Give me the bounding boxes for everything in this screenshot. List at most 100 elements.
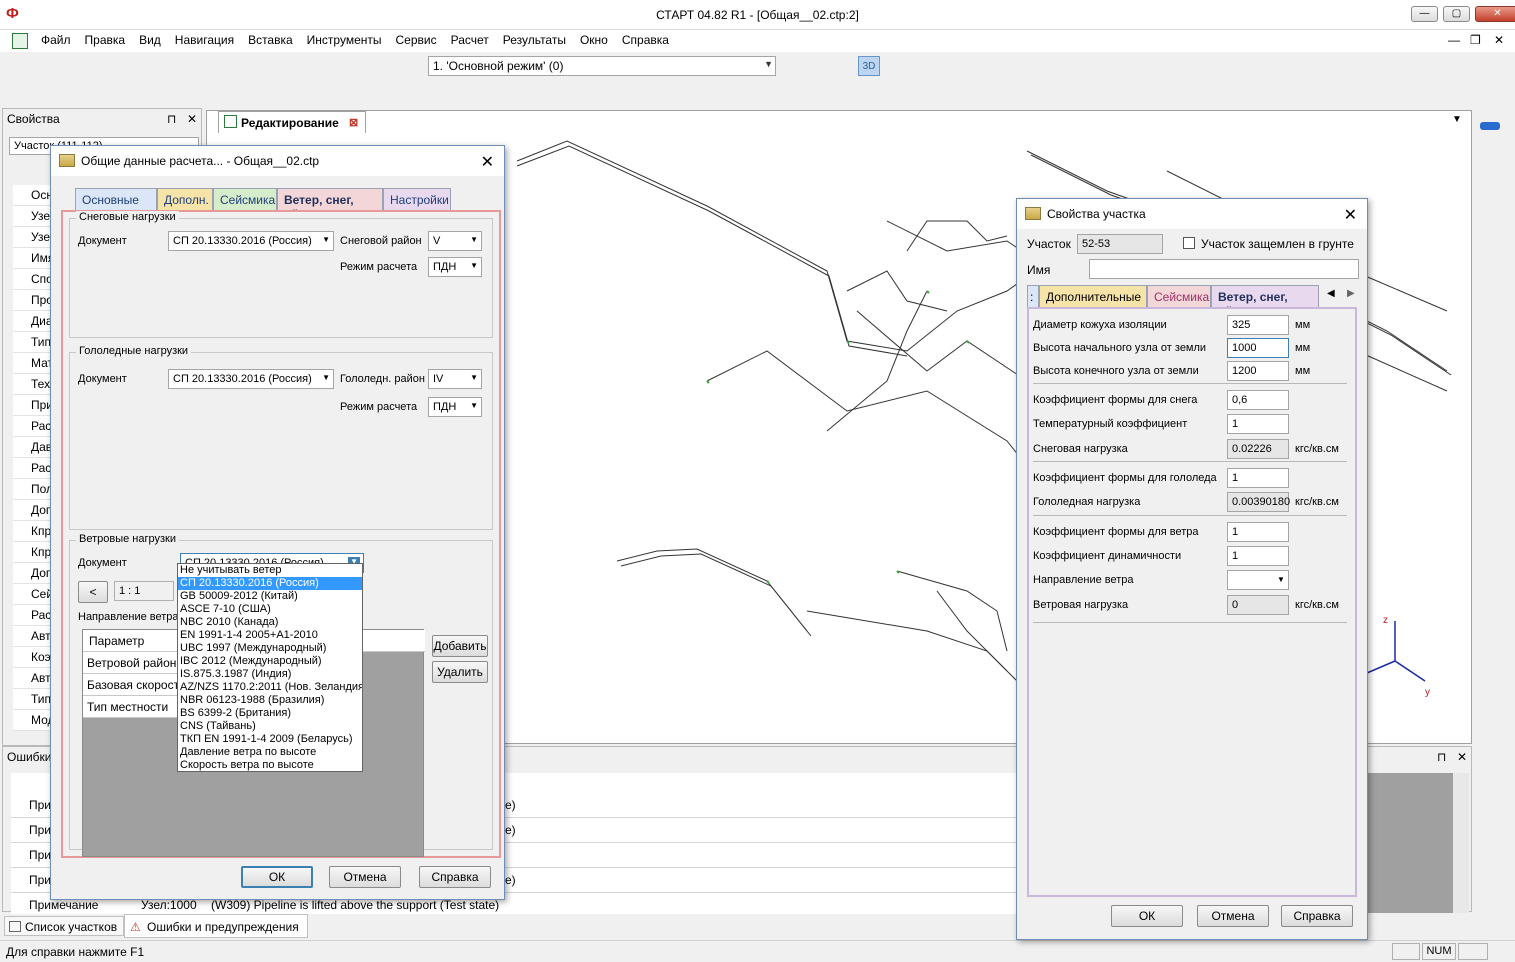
errors-scrollbar[interactable] bbox=[1453, 773, 1469, 913]
tab-settings[interactable]: Настройки bbox=[383, 188, 451, 210]
ok-button[interactable]: ОК bbox=[241, 866, 313, 888]
menu-item[interactable]: Результаты bbox=[496, 30, 573, 50]
field-value[interactable]: 0,6 bbox=[1227, 390, 1289, 410]
tab-scroll-prev[interactable]: : bbox=[1027, 285, 1039, 307]
menu-item[interactable]: Справка bbox=[615, 30, 676, 50]
tab-right-arrow-icon[interactable]: ▶ bbox=[1347, 288, 1355, 299]
dropdown-option[interactable]: BS 6399-2 (Британия) bbox=[178, 707, 362, 720]
field-value[interactable]: 1 bbox=[1227, 522, 1289, 542]
dropdown-option[interactable]: EN 1991-1-4 2005+A1-2010 bbox=[178, 629, 362, 642]
dropdown-option[interactable]: UBC 1997 (Международный) bbox=[178, 642, 362, 655]
wind-doc-dropdown-list[interactable]: Не учитывать ветер СП 20.13330.2016 (Росс… bbox=[177, 563, 363, 772]
mdi-close-icon[interactable]: ✕ bbox=[1494, 33, 1504, 47]
dropdown-option[interactable]: Скорость ветра по высоте bbox=[178, 759, 362, 772]
ice-doc-select[interactable]: СП 20.13330.2016 (Россия) ▼ bbox=[168, 369, 334, 389]
close-panel-icon[interactable]: ✕ bbox=[1457, 750, 1467, 764]
mdi-minimize-icon[interactable]: — bbox=[1448, 33, 1460, 47]
delete-button[interactable]: Удалить bbox=[432, 661, 488, 683]
tab-additional[interactable]: Дополн. bbox=[157, 188, 213, 210]
tab-editing[interactable]: Редактирование ⊠ bbox=[218, 111, 366, 133]
scale-display: 1 : 1 bbox=[114, 581, 174, 601]
field-value[interactable]: 1 bbox=[1227, 468, 1289, 488]
cancel-button[interactable]: Отмена bbox=[329, 866, 401, 888]
wind-group-title: Ветровые нагрузки bbox=[76, 533, 179, 545]
3d-button[interactable]: 3D bbox=[858, 56, 880, 76]
mode-combo[interactable]: 1. 'Основной режим' (0) ▼ bbox=[428, 56, 776, 76]
error-type: При bbox=[29, 798, 52, 812]
tab-wind-snow-ice[interactable]: Ветер, снег, лёд bbox=[277, 188, 383, 221]
mdi-restore-icon[interactable]: ❐ bbox=[1470, 33, 1481, 47]
separator bbox=[1033, 622, 1347, 623]
close-window-button[interactable]: ✕ bbox=[1475, 6, 1515, 22]
menu-bar: Файл Правка Вид Навигация Вставка Инструменты… bbox=[0, 30, 1515, 52]
menu-item[interactable]: Вставка bbox=[241, 30, 300, 50]
dropdown-option[interactable]: Давление ветра по высоте bbox=[178, 746, 362, 759]
tab-errors-warnings[interactable]: ⚠ Ошибки и предупреждения bbox=[124, 914, 308, 938]
field-value[interactable]: 1200 bbox=[1227, 361, 1289, 381]
menu-item[interactable]: Сервис bbox=[389, 30, 444, 50]
ice-mode-select[interactable]: ПДН ▼ bbox=[428, 397, 482, 417]
field-value[interactable]: 1000 bbox=[1227, 338, 1289, 358]
maximize-button[interactable]: ▢ bbox=[1443, 6, 1470, 22]
menu-item[interactable]: Инструменты bbox=[300, 30, 389, 50]
help-button[interactable]: Справка bbox=[419, 866, 491, 888]
name-field[interactable] bbox=[1089, 259, 1359, 279]
close-panel-icon[interactable]: ✕ bbox=[187, 112, 197, 126]
field-value[interactable]: 1 bbox=[1227, 414, 1289, 434]
snow-doc-select[interactable]: СП 20.13330.2016 (Россия) ▼ bbox=[168, 231, 334, 251]
pinned-checkbox[interactable] bbox=[1183, 237, 1195, 249]
table-row[interactable]: Базовая скорость bbox=[83, 674, 177, 696]
field-value: 0.02226 bbox=[1227, 439, 1289, 459]
help-button[interactable]: Справка bbox=[1281, 905, 1353, 927]
dropdown-option[interactable]: AZ/NZS 1170.2:2011 (Нов. Зеландия bbox=[178, 681, 362, 694]
field-value[interactable]: 1 bbox=[1227, 546, 1289, 566]
tab-left-arrow-icon[interactable]: ◀ bbox=[1327, 288, 1335, 299]
cancel-button[interactable]: Отмена bbox=[1197, 905, 1269, 927]
minimize-button[interactable]: — bbox=[1411, 6, 1438, 22]
dropdown-option[interactable]: IS.875.3.1987 (Индия) bbox=[178, 668, 362, 681]
add-button[interactable]: Добавить bbox=[432, 635, 488, 657]
tab-segment-list[interactable]: Список участков bbox=[4, 916, 125, 936]
pipe-tool-icon[interactable] bbox=[1480, 122, 1500, 130]
dialog-tabs: Основные Дополн. Сейсмика Ветер, снег, л… bbox=[61, 188, 501, 221]
tab-main[interactable]: Основные bbox=[75, 188, 157, 210]
menu-item[interactable]: Окно bbox=[573, 30, 615, 50]
tab-wind-snow-ice[interactable]: Ветер, снег, лёд bbox=[1211, 285, 1319, 318]
ice-region-select[interactable]: IV ▼ bbox=[428, 369, 482, 389]
tab-additional[interactable]: Дополнительные bbox=[1039, 285, 1147, 307]
field-unit: кгс/кв.см bbox=[1295, 496, 1339, 508]
dropdown-option[interactable]: CNS (Тайвань) bbox=[178, 720, 362, 733]
menu-item[interactable]: Навигация bbox=[168, 30, 241, 50]
menu-item[interactable]: Файл bbox=[34, 30, 78, 50]
pin-icon[interactable]: ⊓ bbox=[167, 112, 176, 126]
dropdown-option[interactable]: ТКП EN 1991-1-4 2009 (Беларусь) bbox=[178, 733, 362, 746]
dropdown-option[interactable]: NBR 06123-1988 (Бразилия) bbox=[178, 694, 362, 707]
ok-button[interactable]: ОК bbox=[1111, 905, 1183, 927]
pin-icon[interactable]: ⊓ bbox=[1437, 750, 1446, 764]
menu-item[interactable]: Вид bbox=[132, 30, 168, 50]
prev-button[interactable]: < bbox=[78, 581, 108, 603]
dropdown-option[interactable]: GB 50009-2012 (Китай) bbox=[178, 590, 362, 603]
menu-item[interactable]: Расчет bbox=[444, 30, 496, 50]
chevron-down-icon[interactable]: ▼ bbox=[1277, 575, 1285, 584]
tab-menu-icon[interactable]: ▼ bbox=[1452, 114, 1462, 125]
tab-seismic[interactable]: Сейсмика bbox=[213, 188, 277, 210]
snow-mode-select[interactable]: ПДН ▼ bbox=[428, 257, 482, 277]
field-label: Направление ветра bbox=[1033, 574, 1134, 586]
dropdown-option[interactable]: ASCE 7-10 (США) bbox=[178, 603, 362, 616]
tab-seismic[interactable]: Сейсмика bbox=[1147, 285, 1211, 307]
menu-item[interactable]: Правка bbox=[78, 30, 133, 50]
table-row[interactable]: Ветровой район bbox=[83, 652, 177, 674]
dropdown-option[interactable]: NBC 2010 (Канада) bbox=[178, 616, 362, 629]
dropdown-option[interactable]: IBC 2012 (Международный) bbox=[178, 655, 362, 668]
snow-region-select[interactable]: V ▼ bbox=[428, 231, 482, 251]
close-icon[interactable]: ✕ bbox=[1344, 205, 1357, 225]
field-value[interactable]: 325 bbox=[1227, 315, 1289, 335]
error-type: Примечание bbox=[29, 898, 99, 912]
toolbar-main: 1. 'Основной режим' (0) ▼ 3D bbox=[0, 53, 1515, 79]
close-icon[interactable]: ✕ bbox=[481, 152, 494, 172]
table-row[interactable]: Тип местности bbox=[83, 696, 177, 718]
dropdown-option[interactable]: Не учитывать ветер bbox=[178, 564, 362, 577]
dropdown-option[interactable]: СП 20.13330.2016 (Россия) bbox=[178, 577, 362, 590]
close-tab-icon[interactable]: ⊠ bbox=[349, 116, 358, 129]
